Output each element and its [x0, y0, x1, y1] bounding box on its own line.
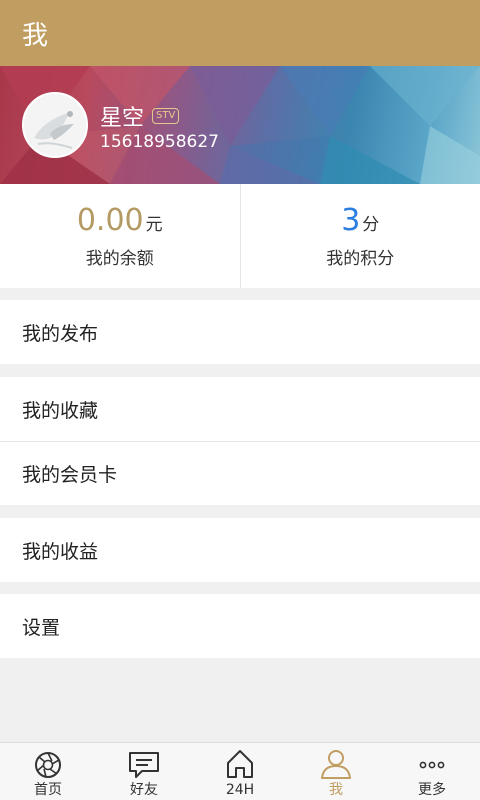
- balance-value: 0.00: [76, 203, 144, 238]
- tab-label: 首页: [34, 782, 62, 798]
- tab-label: 好友: [130, 782, 158, 798]
- menu-group-collection: 我的收藏 我的会员卡: [0, 377, 480, 505]
- chat-icon: [129, 752, 159, 778]
- balance-stat[interactable]: 0.00 元 我的余额: [0, 184, 240, 288]
- menu-group-settings: 设置: [0, 594, 480, 658]
- menu-item-membership[interactable]: 我的会员卡: [0, 441, 480, 505]
- person-icon: [321, 750, 351, 779]
- points-value: 3: [341, 203, 361, 238]
- home-icon: [227, 750, 253, 778]
- balance-label: 我的余额: [85, 249, 154, 269]
- page-title: 我: [22, 20, 49, 51]
- tab-label: 24H: [225, 782, 255, 798]
- menu-item-label: 我的会员卡: [22, 464, 118, 486]
- menu-item-label: 我的发布: [22, 322, 99, 345]
- more-icon: [419, 761, 445, 769]
- tab-home[interactable]: 首页: [0, 743, 96, 800]
- points-label: 我的积分: [326, 249, 395, 269]
- balance-unit: 元: [145, 215, 163, 235]
- menu-group-earnings: 我的收益: [0, 518, 480, 582]
- points-stat[interactable]: 3 分 我的积分: [239, 184, 480, 288]
- phone-number: 15618958627: [100, 132, 219, 152]
- tab-label: 我: [329, 782, 343, 798]
- top-bar: 我: [0, 0, 480, 66]
- username-row: 星空 STV: [100, 100, 180, 132]
- points-unit: 分: [362, 215, 380, 235]
- avatar-image: [24, 94, 86, 156]
- tab-friends[interactable]: 好友: [96, 743, 192, 800]
- menu-item-publish[interactable]: 我的发布: [0, 300, 480, 364]
- username: 星空: [100, 106, 145, 131]
- tab-24h[interactable]: 24H: [192, 743, 288, 800]
- avatar[interactable]: [22, 92, 88, 158]
- menu-item-label: 我的收藏: [22, 399, 99, 422]
- menu-item-label: 我的收益: [22, 540, 99, 563]
- profile-banner[interactable]: 星空 STV 15618958627: [0, 66, 480, 184]
- bottom-tab-bar: 首页 好友 24H 我 更多: [0, 742, 480, 800]
- menu-item-label: 设置: [22, 616, 61, 639]
- menu-item-earnings[interactable]: 我的收益: [0, 518, 480, 582]
- tab-label: 更多: [418, 782, 446, 798]
- tab-more[interactable]: 更多: [384, 743, 480, 800]
- stv-badge: STV: [152, 108, 180, 124]
- menu-item-favorites[interactable]: 我的收藏: [0, 377, 480, 441]
- menu-item-settings[interactable]: 设置: [0, 594, 480, 658]
- tab-me[interactable]: 我: [288, 743, 384, 800]
- aperture-icon: [35, 752, 61, 778]
- menu-group-publish: 我的发布: [0, 300, 480, 364]
- stats-panel: 0.00 元 我的余额 3 分 我的积分: [0, 184, 480, 288]
